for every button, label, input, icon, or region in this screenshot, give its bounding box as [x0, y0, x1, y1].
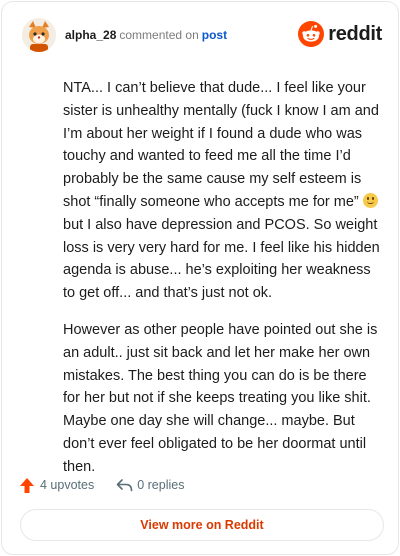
- action-text: commented on: [119, 28, 199, 42]
- reply-count: 0 replies: [137, 478, 185, 492]
- cartoon-fox-avatar-icon: [22, 18, 56, 52]
- reddit-snoo-icon: [298, 21, 325, 47]
- upvote-count: 4 upvotes: [40, 478, 95, 492]
- replies-button[interactable]: 0 replies: [115, 476, 184, 494]
- comment-body: NTA... I can’t believe that dude... I fe…: [63, 77, 381, 493]
- comment-paragraph: However as other people have pointed out…: [63, 321, 378, 475]
- reply-arrow-icon: [115, 476, 133, 494]
- comment-text-part: NTA... I can’t believe that dude... I fe…: [63, 80, 379, 210]
- username[interactable]: alpha_28: [65, 28, 116, 42]
- reddit-wordmark: reddit: [328, 22, 382, 45]
- comment-header: alpha_28 commented on post reddit: [22, 18, 382, 54]
- comment-paragraph: NTA... I can’t believe that dude... I fe…: [63, 77, 381, 305]
- upvote-button[interactable]: 4 upvotes: [18, 476, 94, 494]
- embedded-comment-card: alpha_28 commented on post reddit NTA... I…: [1, 1, 399, 555]
- reddit-brand[interactable]: reddit: [298, 20, 382, 48]
- comment-meta: alpha_28 commented on post: [65, 28, 227, 42]
- avatar[interactable]: [22, 18, 56, 52]
- grimacing-smile-emoji-icon: [362, 192, 378, 208]
- comment-actions: 4 upvotes 0 replies: [18, 475, 184, 495]
- upvote-arrow-icon: [18, 476, 36, 494]
- view-more-button[interactable]: View more on Reddit: [20, 509, 384, 541]
- comment-text-part: but I also have depression and PCOS. So …: [63, 216, 380, 302]
- post-link[interactable]: post: [202, 28, 227, 42]
